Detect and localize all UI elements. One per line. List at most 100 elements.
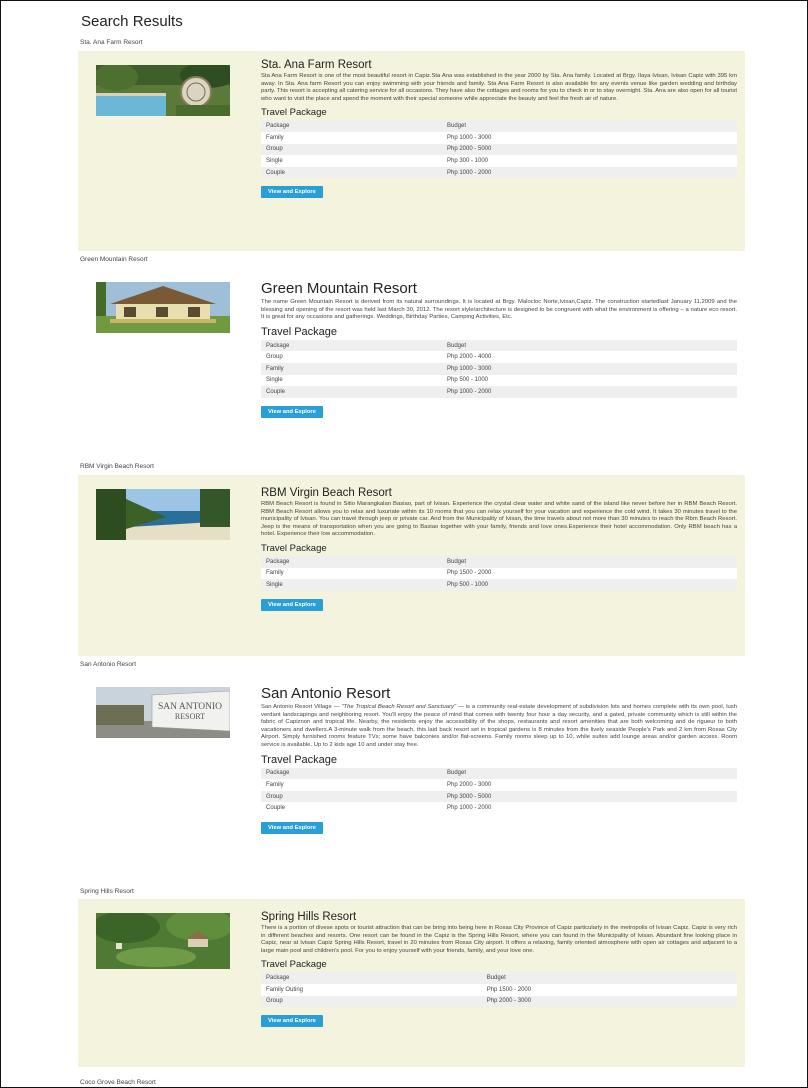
table-row: Group Php 2000 - 3000: [261, 995, 737, 1008]
resort-description: San Antonio Resort Village — "The Tropic…: [261, 704, 737, 750]
resort-label[interactable]: Green Mountain Resort: [80, 256, 148, 263]
resort-label[interactable]: Spring Hills Resort: [80, 888, 134, 895]
package-budget: Php 2000 - 3000: [481, 995, 737, 1008]
package-name: Family: [261, 779, 442, 791]
resort-label[interactable]: Coco Grove Beach Resort: [80, 1079, 156, 1086]
table-row: Single Php 500 - 1000: [261, 579, 737, 591]
table-row: Single Php 500 - 1000: [261, 374, 737, 387]
package-budget: Php 3000 - 5000: [441, 790, 737, 803]
package-name: Family Outing: [261, 983, 482, 996]
resort-label[interactable]: RBM Virgin Beach Resort: [80, 463, 154, 470]
table-row: Family Php 1500 - 2000: [261, 567, 737, 580]
package-budget: Php 1000 - 3000: [441, 131, 737, 144]
table-row: Single Php 300 - 1000: [261, 155, 737, 167]
resort-photo: SAN ANTONIO RESORT: [96, 687, 230, 738]
header-budget: Budget: [441, 555, 737, 568]
resort-card: Sta. Ana Farm Resort Sta Ana Farm Resort…: [78, 51, 745, 251]
travel-package-heading: Travel Package: [261, 542, 327, 554]
package-name: Couple: [261, 166, 442, 179]
resort-label[interactable]: Sta. Ana Farm Resort: [80, 39, 143, 46]
package-budget: Php 1500 - 2000: [481, 983, 737, 996]
resort-description: Sta Ana Farm Resort is one of the most b…: [261, 73, 737, 102]
table-row: Family Php 2000 - 3000: [261, 779, 737, 791]
sign-text-line-1: SAN ANTONIO: [158, 702, 222, 712]
package-name: Family: [261, 362, 442, 375]
travel-package-heading: Travel Package: [261, 753, 338, 766]
view-and-explore-button[interactable]: View and Explore: [261, 598, 323, 611]
package-budget: Php 500 - 1000: [441, 374, 737, 387]
package-table: Package Budget Family Php 2000 - 3000 Grou…: [261, 767, 737, 814]
header-budget: Budget: [441, 767, 737, 780]
package-name: Single: [261, 374, 442, 387]
header-package: Package: [261, 972, 482, 984]
resort-label[interactable]: San Antonio Resort: [80, 661, 136, 668]
resort-title: Green Mountain Resort: [261, 280, 417, 297]
package-budget: Php 1000 - 3000: [441, 362, 737, 375]
resort-body: Green Mountain Resort The name Green Mou…: [261, 280, 737, 418]
package-budget: Php 300 - 1000: [441, 155, 737, 167]
resort-title: Sta. Ana Farm Resort: [261, 59, 372, 71]
table-header-row: Package Budget: [261, 555, 737, 568]
package-name: Group: [261, 790, 442, 803]
sign-text-line-2: RESORT: [175, 712, 205, 721]
view-and-explore-button[interactable]: View and Explore: [261, 821, 323, 834]
resort-photo: [96, 65, 230, 116]
package-budget: Php 1000 - 2000: [441, 386, 737, 398]
header-package: Package: [261, 339, 442, 352]
table-header-row: Package Budget: [261, 767, 737, 780]
header-budget: Budget: [481, 972, 737, 984]
package-table: Package Budget Family Php 1000 - 3000 Grou…: [261, 120, 737, 179]
table-row: Family Php 1000 - 3000: [261, 362, 737, 375]
table-row: Family Php 1000 - 3000: [261, 131, 737, 144]
package-table: Package Budget Family Php 1500 - 2000 Sing…: [261, 555, 737, 591]
travel-package-heading: Travel Package: [261, 959, 327, 971]
description-tagline: "The Tropical Beach Resort and Sanctuary…: [341, 704, 457, 710]
travel-package-heading: Travel Package: [261, 325, 338, 338]
resort-photo: [96, 913, 230, 969]
package-name: Single: [261, 155, 442, 167]
resort-title: RBM Virgin Beach Resort: [261, 487, 392, 499]
package-budget: Php 2000 - 4000: [441, 351, 737, 363]
green-mountain-photo-image: [96, 282, 230, 333]
table-row: Couple Php 1000 - 2000: [261, 802, 737, 814]
package-name: Group: [261, 995, 482, 1008]
farm-photo-image: [96, 65, 230, 116]
view-and-explore-button[interactable]: View and Explore: [261, 1015, 323, 1028]
package-budget: Php 1500 - 2000: [441, 567, 737, 580]
resort-description: There is a portion of divese spots or to…: [261, 925, 737, 954]
resort-card: Spring Hills Resort There is a portion o…: [78, 899, 745, 1067]
resort-card: RBM Virgin Beach Resort RBM Beach Resort…: [78, 475, 745, 656]
resort-photo: [96, 282, 230, 333]
table-header-row: Package Budget: [261, 972, 737, 984]
package-budget: Php 2000 - 3000: [441, 779, 737, 791]
resort-description: The name Green Mountain Resort is derive…: [261, 299, 737, 321]
table-header-row: Package Budget: [261, 120, 737, 132]
resort-body: San Antonio Resort San Antonio Resort Vi…: [261, 685, 737, 834]
table-header-row: Package Budget: [261, 339, 737, 352]
table-row: Group Php 3000 - 5000: [261, 790, 737, 803]
package-table: Package Budget Family Outing Php 1500 - 20…: [261, 972, 737, 1008]
package-budget: Php 1000 - 2000: [441, 166, 737, 179]
view-and-explore-button[interactable]: View and Explore: [261, 186, 323, 199]
resort-card: SAN ANTONIO RESORT San Antonio Resort Sa…: [78, 673, 745, 873]
table-row: Group Php 2000 - 4000: [261, 351, 737, 363]
header-package: Package: [261, 555, 442, 568]
resort-card: Green Mountain Resort The name Green Mou…: [78, 268, 745, 451]
header-package: Package: [261, 767, 442, 780]
package-table: Package Budget Group Php 2000 - 4000 Famil…: [261, 339, 737, 398]
resort-title: Spring Hills Resort: [261, 911, 357, 923]
description-intro: San Antonio Resort Village —: [261, 704, 342, 710]
resort-title: San Antonio Resort: [261, 685, 391, 702]
package-name: Family: [261, 131, 442, 144]
header-budget: Budget: [441, 120, 737, 132]
page-frame: Search Results Sta. Ana Farm Resort Sta.…: [0, 0, 808, 1088]
table-row: Group Php 2000 - 5000: [261, 143, 737, 156]
package-budget: Php 500 - 1000: [441, 579, 737, 591]
resort-body: Sta. Ana Farm Resort Sta Ana Farm Resort…: [261, 59, 737, 199]
table-row: Couple Php 1000 - 2000: [261, 166, 737, 179]
package-name: Couple: [261, 802, 442, 814]
package-budget: Php 1000 - 2000: [441, 802, 737, 814]
package-name: Group: [261, 351, 442, 363]
view-and-explore-button[interactable]: View and Explore: [261, 405, 323, 418]
package-name: Group: [261, 143, 442, 156]
